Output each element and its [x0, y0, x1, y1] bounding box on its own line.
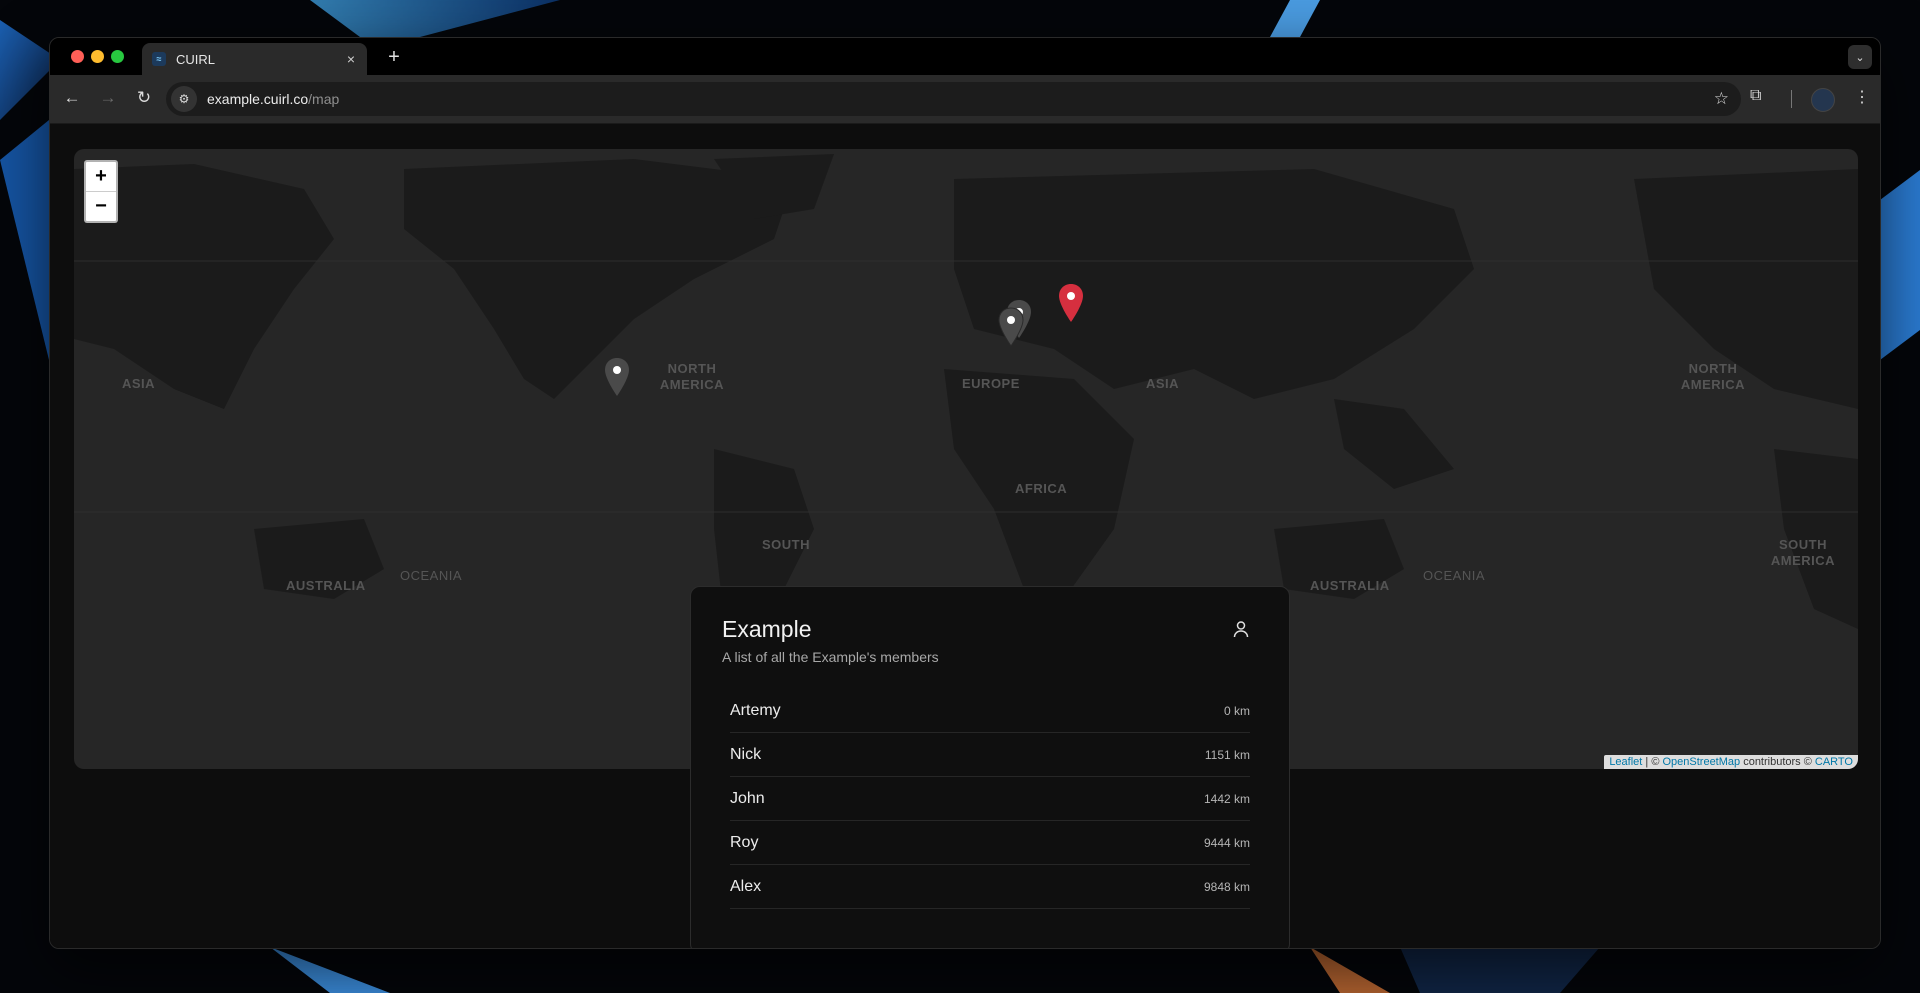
site-settings-icon[interactable]: ⚙ — [171, 86, 197, 112]
member-row[interactable]: Roy 9444 km — [730, 821, 1250, 865]
member-distance: 9444 km — [1203, 835, 1250, 850]
tab-cuirl[interactable]: ≈ CUIRL × — [142, 43, 367, 75]
url-path: /map — [308, 91, 340, 107]
toolbar-divider — [1791, 90, 1792, 108]
zoom-in-button[interactable]: + — [86, 162, 116, 192]
member-distance: 9848 km — [1203, 879, 1250, 894]
zoom-control: + − — [84, 160, 118, 223]
map-label: EUROPE — [962, 376, 1020, 391]
maximize-window-button[interactable] — [111, 50, 124, 63]
members-panel: Example A list of all the Example's memb… — [690, 586, 1290, 948]
map-attribution: Leaflet | © OpenStreetMap contributors ©… — [1604, 755, 1858, 769]
member-row[interactable]: Alex 9848 km — [730, 865, 1250, 909]
leaflet-link[interactable]: Leaflet — [1609, 756, 1642, 768]
osm-link[interactable]: OpenStreetMap — [1662, 756, 1740, 768]
reload-icon[interactable]: ↻ — [133, 87, 155, 109]
map-marker[interactable] — [998, 307, 1024, 347]
member-row[interactable]: Nick 1151 km — [730, 733, 1250, 777]
map-label: SOUTH AMERICA — [1770, 537, 1836, 568]
browser-toolbar: ← → ↻ ⚙ example.cuirl.co/map ☆ ⧉ ⋮ — [50, 75, 1880, 124]
panel-subtitle: A list of all the Example's members — [722, 649, 939, 665]
back-arrow-icon[interactable]: ← — [61, 87, 83, 109]
page-content: ASIA NORTH AMERICA EUROPE ASIA NORTH AME… — [50, 124, 1880, 948]
member-distance: 1151 km — [1204, 747, 1250, 762]
forward-arrow-icon[interactable]: → — [97, 87, 119, 109]
attribution-sep: | © — [1642, 756, 1663, 768]
map-label: OCEANIA — [1423, 568, 1486, 583]
favicon-icon: ≈ — [152, 52, 166, 66]
minimize-window-button[interactable] — [91, 50, 104, 63]
map-label: SOUTH — [762, 537, 810, 552]
map-label: AUSTRALIA — [286, 578, 366, 593]
extensions-puzzle-icon[interactable]: ⧉ — [1750, 87, 1761, 105]
close-tab-icon[interactable]: × — [341, 51, 361, 67]
member-name: Artemy — [730, 701, 781, 719]
active-map-marker[interactable] — [1058, 283, 1084, 323]
attribution-contrib: contributors © — [1740, 756, 1815, 768]
member-distance: 0 km — [1223, 703, 1250, 718]
member-name: Alex — [730, 877, 762, 895]
new-tab-button[interactable]: + — [383, 46, 405, 69]
map-label: NORTH AMERICA — [1680, 361, 1746, 392]
map-label: OCEANIA — [400, 568, 463, 583]
url-host: example.cuirl.co — [207, 91, 309, 107]
member-row[interactable]: Artemy 0 km — [730, 689, 1250, 733]
member-row[interactable]: John 1442 km — [730, 777, 1250, 821]
carto-link[interactable]: CARTO — [1815, 756, 1853, 768]
member-name: Roy — [730, 833, 759, 851]
map-label: AUSTRALIA — [1310, 578, 1390, 593]
browser-window: ≈ CUIRL × + ⌄ ← → ↻ ⚙ example.cuirl.co/m… — [49, 37, 1881, 949]
member-distance: 1442 km — [1203, 791, 1250, 806]
map-label: ASIA — [122, 376, 156, 391]
zoom-out-button[interactable]: − — [86, 192, 116, 221]
more-menu-icon[interactable]: ⋮ — [1854, 87, 1870, 107]
tab-strip: ≈ CUIRL × + ⌄ — [50, 38, 1880, 75]
profile-avatar[interactable] — [1811, 88, 1835, 112]
tab-title: CUIRL — [176, 51, 216, 67]
tab-search-button[interactable]: ⌄ — [1848, 45, 1872, 69]
member-list: Artemy 0 km Nick 1151 km John 1442 km Ro… — [730, 689, 1250, 909]
panel-title: Example — [722, 616, 812, 642]
user-icon[interactable] — [1231, 619, 1251, 639]
member-name: Nick — [730, 745, 762, 763]
address-bar[interactable]: ⚙ example.cuirl.co/map ☆ — [166, 82, 1741, 116]
map-label: AFRICA — [1015, 481, 1068, 496]
member-name: John — [730, 789, 765, 807]
close-window-button[interactable] — [71, 50, 84, 63]
map-marker[interactable] — [604, 357, 630, 397]
bookmark-star-icon[interactable]: ☆ — [1714, 89, 1729, 109]
map-label: NORTH AMERICA — [659, 361, 725, 392]
map-label: ASIA — [1146, 376, 1180, 391]
